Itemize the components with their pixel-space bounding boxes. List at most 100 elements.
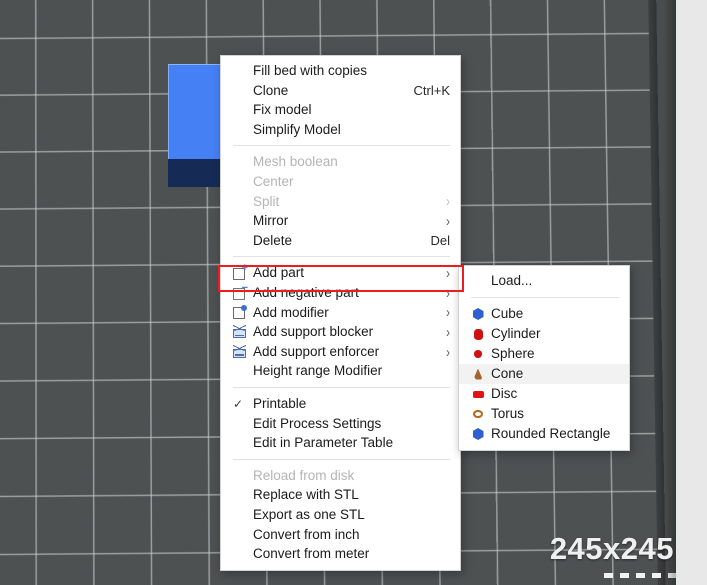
disc-icon — [472, 390, 484, 398]
menu-item-icon-slot — [229, 122, 253, 138]
menu-item-label: Torus — [491, 406, 525, 422]
menu-item-icon-slot — [465, 306, 491, 322]
menu-item-cone[interactable]: Cone — [459, 364, 629, 384]
menu-item-icon-slot — [229, 546, 253, 562]
menu-item-icon-slot — [229, 467, 253, 483]
menu-item-icon-slot — [229, 344, 253, 360]
menu-item-icon-slot — [229, 304, 253, 320]
sphere-icon — [474, 350, 482, 358]
3d-viewport[interactable]: 245x245 Fill bed with copies Clone Ctrl+K F… — [0, 0, 707, 585]
add-modifier-icon — [233, 305, 247, 320]
menu-item-icon-slot — [465, 366, 491, 382]
menu-item-icon-slot — [229, 233, 253, 249]
menu-separator — [233, 386, 450, 388]
menu-item-cube[interactable]: Cube — [459, 304, 629, 324]
menu-item-load[interactable]: Load... — [459, 271, 629, 291]
menu-item-icon-slot — [229, 435, 253, 451]
menu-item-icon-slot — [229, 415, 253, 431]
menu-item-label: Height range Modifier — [253, 363, 383, 379]
menu-item-rounded-rectangle[interactable]: Rounded Rectangle — [459, 424, 629, 444]
menu-item-shortcut: Ctrl+K — [413, 82, 450, 98]
menu-item-add-modifier[interactable]: Add modifier › — [221, 303, 460, 323]
menu-item-label: Add support enforcer — [253, 343, 380, 359]
menu-item-label: Add support blocker — [253, 324, 374, 340]
menu-item-label: Export as one STL — [253, 506, 365, 522]
menu-item-sphere[interactable]: Sphere — [459, 344, 629, 364]
plate-size-label: 245x245 — [549, 531, 674, 566]
menu-item-label: Simplify Model — [253, 121, 341, 137]
support-blocker-icon — [233, 325, 246, 339]
model-object[interactable] — [168, 64, 226, 187]
menu-separator — [471, 297, 619, 298]
chevron-right-icon: › — [446, 192, 450, 211]
menu-item-fill-bed-with-copies[interactable]: Fill bed with copies — [221, 61, 460, 81]
menu-item-icon-slot: ✓ — [229, 396, 253, 412]
menu-item-icon-slot — [229, 102, 253, 118]
menu-item-label: Split — [253, 193, 280, 209]
menu-item-label: Add part — [253, 265, 305, 281]
support-enforcer-icon — [233, 345, 246, 359]
menu-item-simplify-model[interactable]: Simplify Model — [221, 120, 460, 140]
menu-item-label: Load... — [491, 273, 533, 289]
menu-item-torus[interactable]: Torus — [459, 404, 629, 424]
menu-item-icon-slot — [229, 526, 253, 542]
menu-item-icon-slot — [229, 174, 253, 190]
add-negative-part-submenu[interactable]: Load... Cube Cylinder Sphere Cone Disc Torus Ro… — [458, 265, 630, 451]
menu-item-label: Convert from inch — [253, 526, 360, 542]
menu-item-edit-process-settings[interactable]: Edit Process Settings — [221, 414, 460, 434]
menu-item-label: Cone — [491, 366, 524, 382]
add-negative-part-icon: − — [233, 282, 248, 300]
menu-item-reload-from-disk: Reload from disk — [221, 466, 460, 486]
menu-item-label: Sphere — [491, 346, 535, 362]
menu-item-mesh-boolean: Mesh boolean — [221, 152, 460, 172]
right-side-panel[interactable] — [676, 0, 707, 585]
menu-item-icon-slot — [465, 426, 491, 442]
menu-item-icon-slot — [229, 82, 253, 98]
menu-separator — [233, 458, 450, 460]
menu-item-label: Replace with STL — [253, 487, 359, 503]
menu-item-mirror[interactable]: Mirror › — [221, 211, 460, 231]
menu-item-clone[interactable]: Clone Ctrl+K — [221, 81, 460, 101]
model-base — [168, 159, 226, 187]
menu-item-icon-slot — [229, 507, 253, 523]
menu-item-add-support-blocker[interactable]: Add support blocker › — [221, 322, 460, 342]
menu-item-export-as-one-stl[interactable]: Export as one STL — [221, 505, 460, 525]
menu-item-label: Add negative part — [253, 284, 359, 300]
menu-item-label: Fix model — [253, 102, 312, 118]
cone-icon — [473, 368, 483, 380]
menu-item-add-negative-part[interactable]: − Add negative part › — [221, 282, 460, 303]
object-context-menu[interactable]: Fill bed with copies Clone Ctrl+K Fix model… — [220, 55, 461, 571]
menu-item-height-range-modifier[interactable]: Height range Modifier — [221, 361, 460, 381]
menu-item-convert-from-meter[interactable]: Convert from meter — [221, 544, 460, 564]
menu-item-label: Delete — [253, 232, 293, 248]
menu-item-icon-slot — [465, 386, 491, 402]
menu-item-label: Clone — [253, 82, 289, 98]
menu-item-icon-slot: + — [229, 263, 253, 281]
menu-item-label: Mesh boolean — [253, 154, 338, 170]
menu-item-add-support-enforcer[interactable]: Add support enforcer › — [221, 342, 460, 362]
menu-item-icon-slot — [229, 324, 253, 340]
torus-icon — [473, 410, 483, 418]
menu-item-label: Convert from meter — [253, 546, 370, 562]
menu-item-printable[interactable]: ✓ Printable — [221, 394, 460, 414]
menu-item-convert-from-inch[interactable]: Convert from inch — [221, 524, 460, 544]
chevron-right-icon: › — [446, 303, 450, 322]
menu-item-icon-slot: − — [229, 282, 253, 301]
menu-item-label: Fill bed with copies — [253, 63, 368, 79]
menu-item-icon-slot — [229, 363, 253, 379]
menu-item-disc[interactable]: Disc — [459, 384, 629, 404]
menu-item-replace-with-stl[interactable]: Replace with STL — [221, 485, 460, 505]
chevron-right-icon: › — [446, 283, 450, 302]
menu-item-label: Add modifier — [253, 304, 329, 320]
menu-item-icon-slot — [465, 273, 491, 289]
menu-item-delete[interactable]: Delete Del — [221, 231, 460, 251]
menu-item-icon-slot — [229, 193, 253, 209]
menu-item-cylinder[interactable]: Cylinder — [459, 324, 629, 344]
menu-item-label: Edit in Parameter Table — [253, 435, 394, 451]
menu-item-edit-in-parameter-table[interactable]: Edit in Parameter Table — [221, 433, 460, 453]
check-icon: ✓ — [233, 396, 244, 411]
menu-item-label: Edit Process Settings — [253, 415, 382, 431]
menu-item-label: Mirror — [253, 213, 289, 229]
menu-item-add-part[interactable]: + Add part › — [221, 263, 460, 283]
menu-item-fix-model[interactable]: Fix model — [221, 100, 460, 120]
